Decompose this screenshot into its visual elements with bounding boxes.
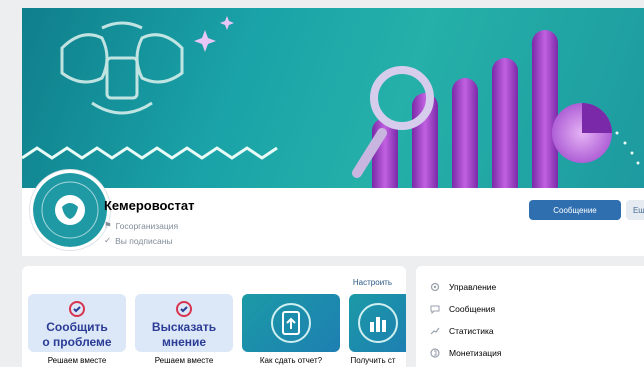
eagle-emblem-icon: [60, 21, 184, 115]
subscription-status[interactable]: ✓ Вы подписаны: [104, 235, 173, 246]
zigzag-decoration: [22, 146, 278, 160]
tile-caption: Решаем вместе: [47, 356, 107, 365]
check-icon: ✓: [104, 235, 112, 245]
flag-icon: ⚑: [104, 220, 112, 230]
coin-icon: [430, 348, 440, 358]
sparkle-icon: [194, 16, 234, 52]
menu-item-statistics[interactable]: Статистика: [430, 326, 494, 336]
group-type-label: Госорганизация: [115, 220, 179, 231]
menu-item-messages[interactable]: Сообщения: [430, 304, 495, 314]
tile-caption: Как сдать отчет?: [259, 356, 323, 365]
tile-title-line1: Высказать: [151, 320, 217, 334]
upload-document-icon: [271, 303, 311, 343]
tile-title-line1: Сообщить: [46, 320, 108, 334]
widgets-card: Настроить Сообщить о проблеме Решаем вме…: [22, 266, 406, 367]
widget-tile-report-problem[interactable]: Сообщить о проблеме: [28, 294, 126, 352]
tile-caption: Решаем вместе: [154, 356, 214, 365]
tile-title-line2: мнение: [161, 335, 207, 349]
menu-item-label: Монетизация: [449, 348, 502, 358]
bar-chart-illustration: [372, 30, 558, 188]
menu-item-label: Сообщения: [449, 304, 496, 314]
chat-icon: [430, 305, 440, 314]
menu-item-label: Статистика: [449, 326, 494, 336]
group-type: ⚑ Госорганизация: [104, 220, 178, 231]
problem-icon: [69, 301, 85, 317]
widget-tile-get-stats[interactable]: [349, 294, 406, 352]
message-button[interactable]: Сообщение: [529, 200, 621, 220]
subscription-label: Вы подписаны: [115, 235, 173, 246]
admin-menu: Управление Сообщения Статистика Монетиза…: [416, 266, 644, 367]
widget-tile-how-to-report[interactable]: [242, 294, 340, 352]
cover-illustration: [22, 16, 640, 188]
gear-icon: [430, 282, 440, 292]
profile-header: Кемеровостат ⚑ Госорганизация ✓ Вы подпи…: [22, 170, 644, 256]
tile-caption: Получить ст: [350, 356, 396, 365]
group-name: Кемеровостат: [104, 198, 195, 213]
widget-tile-give-opinion[interactable]: Высказать мнение: [135, 294, 233, 352]
more-label: Ещё: [632, 205, 644, 215]
pie-chart-illustration: [552, 103, 612, 163]
chart-icon: [430, 327, 440, 335]
menu-item-monetization[interactable]: Монетизация: [430, 348, 502, 358]
coat-of-arms-icon: [41, 181, 99, 239]
cover-banner: [22, 8, 644, 188]
menu-item-label: Управление: [449, 282, 497, 292]
opinion-icon: [176, 301, 192, 317]
customize-link[interactable]: Настроить: [353, 278, 392, 287]
avatar[interactable]: [30, 170, 110, 250]
more-button[interactable]: Ещё ⌄: [626, 200, 644, 220]
menu-item-manage[interactable]: Управление: [430, 282, 496, 292]
stats-icon: [358, 303, 398, 343]
tile-title-line2: о проблеме: [42, 335, 112, 349]
